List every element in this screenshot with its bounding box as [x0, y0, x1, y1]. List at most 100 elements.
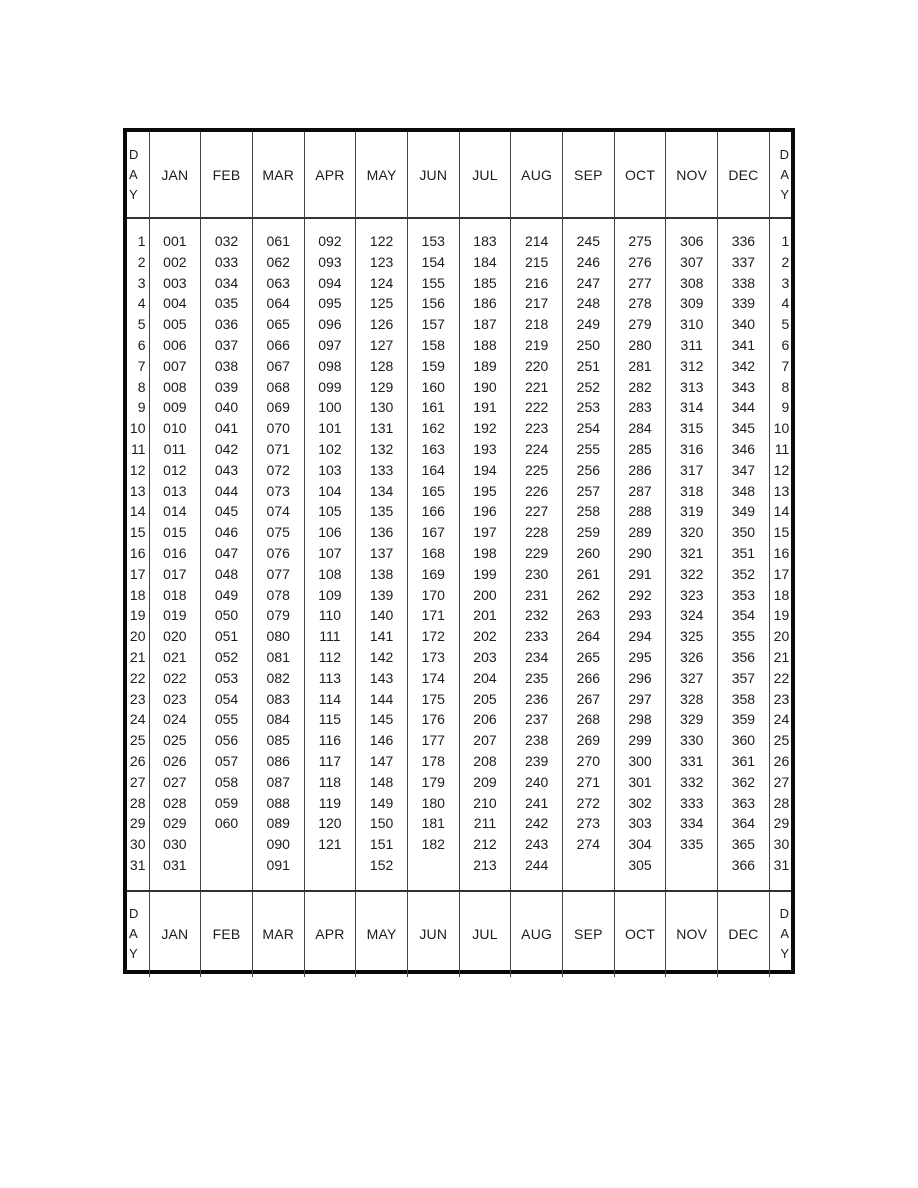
julian-day-cell: 236: [510, 688, 563, 710]
julian-day-cell: 165: [406, 480, 460, 502]
julian-day-cell: 100: [303, 397, 356, 419]
julian-day-cell: 061: [251, 218, 305, 252]
table-row: 22 022 053 082 113 143 174 204 235 266 296 327 357 22: [127, 667, 792, 689]
footer-day-label-left: DAY: [127, 891, 149, 977]
julian-day-cell: 197: [458, 522, 511, 543]
header-month-mar: MAR: [251, 132, 305, 218]
julian-day-cell: 123: [355, 251, 408, 273]
julian-day-cell: 108: [303, 563, 356, 585]
day-number-right: 17: [768, 563, 792, 585]
julian-day-cell: 011: [148, 438, 201, 460]
day-number-left: 26: [129, 752, 146, 769]
julian-day-cell: 172: [406, 626, 460, 647]
julian-day-cell: 192: [458, 418, 511, 439]
julian-day-cell: 227: [510, 501, 563, 523]
day-number-right: 10: [768, 418, 792, 439]
day-number-right: 21: [768, 646, 792, 668]
julian-day-cell: 317: [665, 459, 718, 481]
table-row: 1 001 032 061 092 122 153 183 214 245 275 306 336 1: [127, 218, 792, 252]
julian-day-cell: 191: [458, 397, 511, 419]
julian-day-cell: 014: [148, 501, 201, 523]
day-number-right: 23: [768, 688, 792, 710]
footer-month-mar: MAR: [251, 890, 305, 977]
table-row: 23 023 054 083 114 144 175 205 236 267 297 328 358 23: [127, 688, 792, 710]
julian-day-cell: 241: [510, 792, 563, 814]
julian-day-cell: 333: [665, 792, 718, 814]
julian-day-cell: 341: [717, 334, 770, 356]
footer-month-sep: SEP: [562, 890, 615, 977]
julian-day-cell: 350: [717, 522, 770, 543]
table-row: 12 012 043 072 103 133 164 194 225 256 286 317 347 12: [127, 459, 792, 481]
day-number-left: 23: [129, 690, 146, 707]
julian-day-cell: 316: [665, 438, 718, 460]
table-header: D A Y JAN FEB MAR APR MAY JUN JUL AUG SEP OCT NOV DEC D…: [127, 132, 792, 218]
julian-day-cell: 288: [613, 501, 666, 523]
julian-day-cell: 218: [510, 314, 563, 335]
julian-day-cell: 194: [458, 459, 511, 481]
julian-day-cell: 077: [251, 563, 305, 585]
julian-day-cell: 129: [355, 376, 408, 398]
julian-day-cell: 064: [251, 293, 305, 315]
julian-day-cell: 195: [458, 480, 511, 502]
julian-day-cell: 144: [355, 688, 408, 710]
footer-month-oct: OCT: [613, 890, 666, 977]
julian-day-cell: 296: [613, 667, 666, 689]
table-footer: D A Y JAN FEB MAR APR MAY JUN JUL AUG SEP OCT NOV DEC D…: [127, 890, 792, 977]
day-number-right: 7: [768, 355, 792, 377]
header-month-may: MAY: [355, 132, 408, 218]
julian-day-cell: 247: [562, 272, 615, 294]
julian-day-cell: 361: [717, 750, 770, 772]
julian-day-cell: 264: [562, 626, 615, 647]
julian-day-cell: 157: [406, 314, 460, 335]
julian-day-cell: 028: [148, 792, 201, 814]
table-row: 20 020 051 080 111 141 172 202 233 264 294 325 355 20: [127, 626, 792, 647]
julian-day-cell: 262: [562, 584, 615, 606]
table-row: 8 008 039 068 099 129 160 190 221 252 282 313 343 8: [127, 376, 792, 398]
julian-day-cell: 251: [562, 355, 615, 377]
julian-day-cell: 185: [458, 272, 511, 294]
julian-day-cell: 183: [458, 218, 511, 252]
julian-day-cell: 208: [458, 750, 511, 772]
julian-day-cell: 070: [251, 418, 305, 439]
julian-day-cell: 140: [355, 605, 408, 627]
julian-day-cell: 145: [355, 709, 408, 731]
day-label-letter: A: [129, 166, 138, 182]
day-number-right: 15: [768, 522, 792, 543]
day-number-left: 29: [129, 815, 146, 832]
julian-day-cell: 352: [717, 563, 770, 585]
julian-day-cell: 325: [665, 626, 718, 647]
julian-day-cell: 303: [613, 813, 666, 835]
julian-day-cell: 109: [303, 584, 356, 606]
julian-day-cell: 025: [148, 730, 201, 751]
julian-day-cell: 150: [355, 813, 408, 835]
table-row: 18 018 049 078 109 139 170 200 231 262 292 323 353 18: [127, 584, 792, 606]
julian-day-cell: 332: [665, 771, 718, 793]
julian-day-cell: 306: [665, 218, 718, 252]
julian-day-cell: 343: [717, 376, 770, 398]
julian-day-cell: 169: [406, 563, 460, 585]
julian-day-cell: 094: [303, 272, 356, 294]
julian-day-cell: 122: [355, 218, 408, 252]
julian-day-cell: 069: [251, 397, 305, 419]
julian-day-cell: 116: [303, 730, 356, 751]
day-number-left: 4: [137, 295, 146, 312]
table-row: 21 021 052 081 112 142 173 203 234 265 295 326 356 21: [127, 646, 792, 668]
julian-day-cell: 032: [200, 218, 253, 252]
julian-day-cell: 175: [406, 688, 460, 710]
julian-day-cell: 041: [200, 418, 253, 439]
julian-day-cell: 065: [251, 314, 305, 335]
julian-day-cell: 234: [510, 646, 563, 668]
julian-day-cell: 281: [613, 355, 666, 377]
julian-day-cell: 280: [613, 334, 666, 356]
julian-day-cell: 304: [613, 834, 666, 855]
julian-day-cell: 274: [562, 834, 615, 855]
julian-day-cell: 176: [406, 709, 460, 731]
day-number-right: 8: [768, 376, 792, 398]
julian-day-cell: 302: [613, 792, 666, 814]
julian-day-cell: [406, 854, 460, 891]
footer-month-jul: JUL: [458, 890, 511, 977]
julian-day-cell: 181: [406, 813, 460, 835]
julian-day-cell: 131: [355, 418, 408, 439]
julian-day-cell: 331: [665, 750, 718, 772]
julian-date-table: D A Y JAN FEB MAR APR MAY JUN JUL AUG SEP OCT NOV DEC D…: [127, 132, 792, 977]
